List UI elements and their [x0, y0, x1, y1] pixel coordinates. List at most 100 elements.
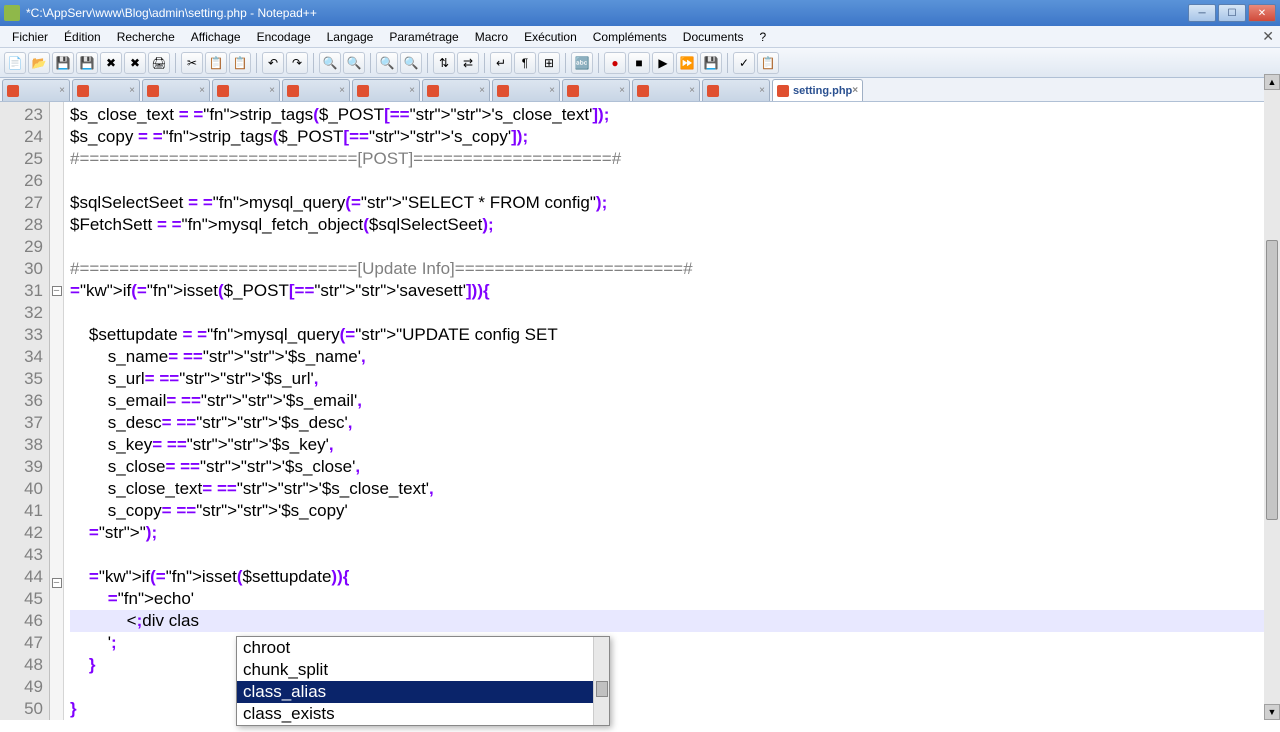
spellcheck-icon[interactable]: ✓ — [733, 52, 755, 74]
sync-horiz-icon[interactable]: ⇄ — [457, 52, 479, 74]
menu-fichier[interactable]: Fichier — [4, 28, 56, 46]
tab-blank[interactable]: × — [212, 79, 280, 101]
tab-blank[interactable]: × — [282, 79, 350, 101]
redo-icon[interactable]: ↷ — [286, 52, 308, 74]
file-icon — [77, 85, 89, 97]
new-file-icon[interactable]: 📄 — [4, 52, 26, 74]
autocomplete-item[interactable]: chroot — [237, 637, 609, 659]
stop-macro-icon[interactable]: ■ — [628, 52, 650, 74]
lang-icon[interactable]: 🔤 — [571, 52, 593, 74]
save-icon[interactable]: 💾 — [52, 52, 74, 74]
tab-close-icon[interactable]: × — [59, 85, 65, 96]
autocomplete-item[interactable]: class_exists — [237, 703, 609, 725]
menu-parametrage[interactable]: Paramétrage — [381, 28, 466, 46]
menu-edition[interactable]: Édition — [56, 28, 109, 46]
tab-close-icon[interactable]: × — [852, 85, 858, 96]
file-icon — [637, 85, 649, 97]
tab-setting-php[interactable]: setting.php× — [772, 79, 863, 101]
tab-close-icon[interactable]: × — [339, 85, 345, 96]
tabbar: × × × × × × × × × × × setting.php× — [0, 78, 1280, 102]
wordwrap-icon[interactable]: ↵ — [490, 52, 512, 74]
tab-close-icon[interactable]: × — [479, 85, 485, 96]
tab-blank[interactable]: × — [492, 79, 560, 101]
file-icon — [217, 85, 229, 97]
tab-close-icon[interactable]: × — [689, 85, 695, 96]
close-file-icon[interactable]: ✖ — [100, 52, 122, 74]
save-macro-icon[interactable]: 💾 — [700, 52, 722, 74]
minimize-button[interactable]: ─ — [1188, 4, 1216, 22]
scroll-up-icon[interactable]: ▲ — [1264, 74, 1280, 90]
sync-vert-icon[interactable]: ⇅ — [433, 52, 455, 74]
replace-icon[interactable]: 🔍 — [343, 52, 365, 74]
show-all-icon[interactable]: ¶ — [514, 52, 536, 74]
play-macro-icon[interactable]: ▶ — [652, 52, 674, 74]
close-button[interactable]: ✕ — [1248, 4, 1276, 22]
save-all-icon[interactable]: 💾 — [76, 52, 98, 74]
tab-blank[interactable]: × — [72, 79, 140, 101]
tab-blank[interactable]: × — [562, 79, 630, 101]
app-icon — [4, 5, 20, 21]
menu-affichage[interactable]: Affichage — [183, 28, 249, 46]
menubar-close-icon[interactable]: ✕ — [1262, 28, 1274, 45]
tab-label: setting.php — [793, 85, 852, 97]
fold-column[interactable]: −− — [50, 102, 64, 720]
menu-execution[interactable]: Exécution — [516, 28, 585, 46]
tab-blank[interactable]: × — [422, 79, 490, 101]
paste-icon[interactable]: 📋 — [229, 52, 251, 74]
window-title: *C:\AppServ\www\Blog\admin\setting.php -… — [26, 6, 1188, 20]
close-all-icon[interactable]: ✖ — [124, 52, 146, 74]
autocomplete-item[interactable]: chunk_split — [237, 659, 609, 681]
tab-blank[interactable]: × — [2, 79, 70, 101]
tab-blank[interactable]: × — [632, 79, 700, 101]
autocomplete-scrollbar[interactable] — [593, 637, 609, 725]
tab-close-icon[interactable]: × — [549, 85, 555, 96]
menu-documents[interactable]: Documents — [675, 28, 752, 46]
menu-langage[interactable]: Langage — [319, 28, 382, 46]
code-area[interactable]: $s_close_text = ="fn">strip_tags($_POST[… — [64, 102, 1280, 720]
autocomplete-popup[interactable]: chroot chunk_split class_alias class_exi… — [236, 636, 610, 726]
menu-recherche[interactable]: Recherche — [109, 28, 183, 46]
file-icon — [357, 85, 369, 97]
replay-macro-icon[interactable]: ⏩ — [676, 52, 698, 74]
line-number-gutter: 2324252627282930313233343536373839404142… — [0, 102, 50, 720]
tab-close-icon[interactable]: × — [269, 85, 275, 96]
vertical-scrollbar[interactable]: ▲ ▼ — [1264, 74, 1280, 720]
menu-encodage[interactable]: Encodage — [249, 28, 319, 46]
file-icon — [147, 85, 159, 97]
file-icon — [777, 85, 789, 97]
titlebar: *C:\AppServ\www\Blog\admin\setting.php -… — [0, 0, 1280, 26]
tab-close-icon[interactable]: × — [129, 85, 135, 96]
copy-icon[interactable]: 📋 — [205, 52, 227, 74]
tab-blank[interactable]: × — [352, 79, 420, 101]
doc-map-icon[interactable]: 📋 — [757, 52, 779, 74]
file-icon — [707, 85, 719, 97]
record-macro-icon[interactable]: ● — [604, 52, 626, 74]
zoom-in-icon[interactable]: 🔍 — [376, 52, 398, 74]
tab-close-icon[interactable]: × — [409, 85, 415, 96]
menu-help[interactable]: ? — [752, 28, 775, 46]
tab-blank[interactable]: × — [142, 79, 210, 101]
zoom-out-icon[interactable]: 🔍 — [400, 52, 422, 74]
find-icon[interactable]: 🔍 — [319, 52, 341, 74]
scrollbar-thumb[interactable] — [1266, 240, 1278, 520]
cut-icon[interactable]: ✂ — [181, 52, 203, 74]
file-icon — [287, 85, 299, 97]
maximize-button[interactable]: ☐ — [1218, 4, 1246, 22]
menu-complements[interactable]: Compléments — [585, 28, 675, 46]
scroll-down-icon[interactable]: ▼ — [1264, 704, 1280, 720]
tab-blank[interactable]: × — [702, 79, 770, 101]
scrollbar-track[interactable] — [1264, 90, 1280, 704]
menubar: Fichier Édition Recherche Affichage Enco… — [0, 26, 1280, 48]
undo-icon[interactable]: ↶ — [262, 52, 284, 74]
tab-close-icon[interactable]: × — [619, 85, 625, 96]
editor[interactable]: 2324252627282930313233343536373839404142… — [0, 102, 1280, 720]
indent-guide-icon[interactable]: ⊞ — [538, 52, 560, 74]
print-icon[interactable]: 🖨 — [148, 52, 170, 74]
autocomplete-item-selected[interactable]: class_alias — [237, 681, 609, 703]
scrollbar-thumb[interactable] — [596, 681, 608, 697]
open-file-icon[interactable]: 📂 — [28, 52, 50, 74]
menu-macro[interactable]: Macro — [467, 28, 516, 46]
tab-close-icon[interactable]: × — [199, 85, 205, 96]
toolbar: 📄 📂 💾 💾 ✖ ✖ 🖨 ✂ 📋 📋 ↶ ↷ 🔍 🔍 🔍 🔍 ⇅ ⇄ ↵ ¶ … — [0, 48, 1280, 78]
tab-close-icon[interactable]: × — [759, 85, 765, 96]
